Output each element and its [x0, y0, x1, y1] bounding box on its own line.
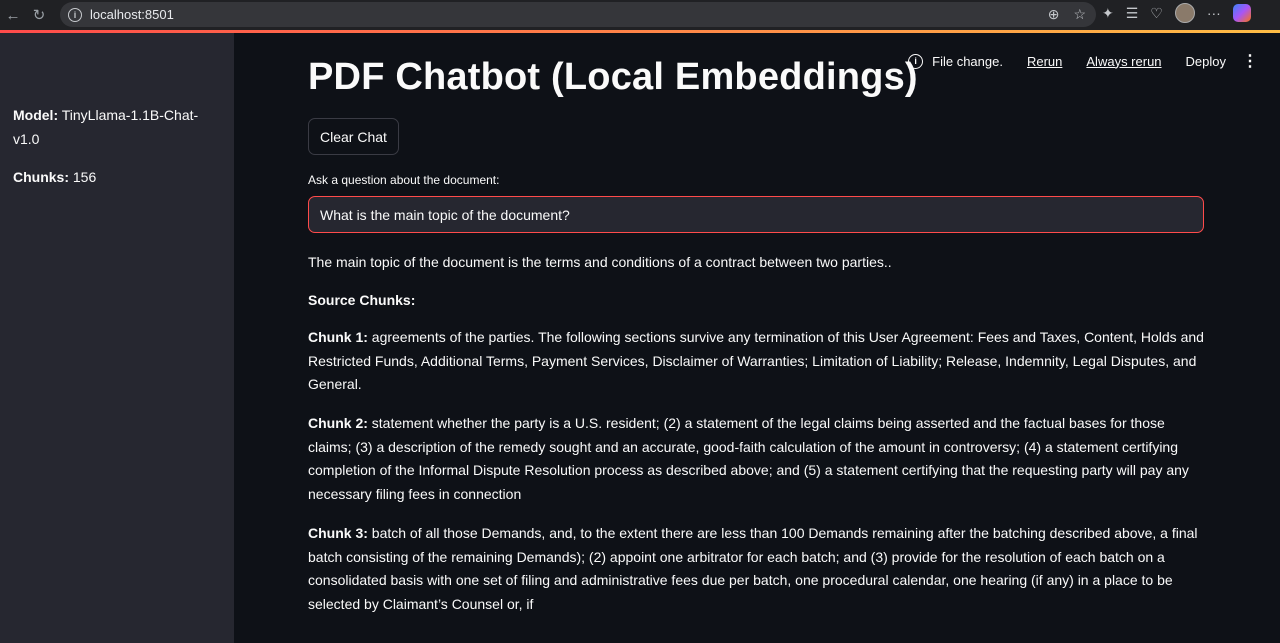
main-menu-icon[interactable]: ⋮	[1242, 51, 1258, 71]
favorites-icon[interactable]: ☰	[1126, 5, 1139, 22]
browser-essentials-icon[interactable]: ♡	[1150, 5, 1163, 22]
site-info-icon[interactable]: i	[68, 7, 82, 22]
chunks-value: 156	[72, 169, 97, 185]
reload-icon[interactable]: ↻	[26, 2, 52, 28]
more-menu-icon[interactable]: ···	[1207, 5, 1221, 21]
app-toolbar: i File change. Rerun Always rerun Deploy…	[908, 51, 1258, 71]
source-chunk: Chunk 3: batch of all those Demands, and…	[308, 522, 1208, 616]
chunks-label: Chunks:	[13, 169, 69, 185]
main-content: i File change. Rerun Always rerun Deploy…	[234, 33, 1280, 643]
rerun-button[interactable]: Rerun	[1027, 54, 1062, 69]
page-title: PDF Chatbot (Local Embeddings)	[308, 56, 918, 98]
chunk-text: batch of all those Demands, and, to the …	[308, 525, 1198, 612]
browser-toolbar: ← ↻ i localhost:8501 ⊕ ☆ ✦ ☰ ♡ ···	[0, 0, 1280, 30]
sidebar-chunks-info: Chunks: 156	[13, 165, 221, 189]
chunk-text: agreements of the parties. The following…	[308, 329, 1204, 392]
file-change-status: File change.	[932, 53, 1003, 69]
question-label: Ask a question about the document:	[308, 173, 500, 187]
answer-text: The main topic of the document is the te…	[308, 254, 892, 270]
chunk-label: Chunk 3:	[308, 525, 368, 541]
url-text[interactable]: localhost:8501	[90, 7, 174, 22]
question-input[interactable]	[308, 196, 1204, 233]
bookmark-star-icon[interactable]: ☆	[1073, 6, 1086, 23]
chunk-label: Chunk 2:	[308, 415, 368, 431]
chunk-label: Chunk 1:	[308, 329, 368, 345]
clear-chat-button[interactable]: Clear Chat	[308, 118, 399, 155]
copilot-icon[interactable]	[1232, 4, 1251, 22]
model-label: Model:	[13, 107, 59, 123]
always-rerun-button[interactable]: Always rerun	[1086, 54, 1161, 69]
chunk-text: statement whether the party is a U.S. re…	[308, 415, 1189, 502]
sidebar: Model: TinyLlama-1.1B-Chat-v1.0 Chunks: …	[0, 33, 234, 643]
source-chunk: Chunk 1: agreements of the parties. The …	[308, 326, 1208, 397]
deploy-button[interactable]: Deploy	[1186, 54, 1226, 69]
address-bar[interactable]: i localhost:8501 ⊕ ☆	[60, 2, 1096, 27]
sidebar-model-info: Model: TinyLlama-1.1B-Chat-v1.0	[13, 103, 221, 151]
source-chunk: Chunk 2: statement whether the party is …	[308, 412, 1208, 506]
zoom-icon[interactable]: ⊕	[1048, 6, 1060, 23]
extensions-icon[interactable]: ✦	[1102, 5, 1114, 22]
source-chunks-heading: Source Chunks:	[308, 292, 416, 308]
back-icon[interactable]: ←	[0, 2, 26, 28]
profile-avatar[interactable]	[1174, 3, 1195, 23]
